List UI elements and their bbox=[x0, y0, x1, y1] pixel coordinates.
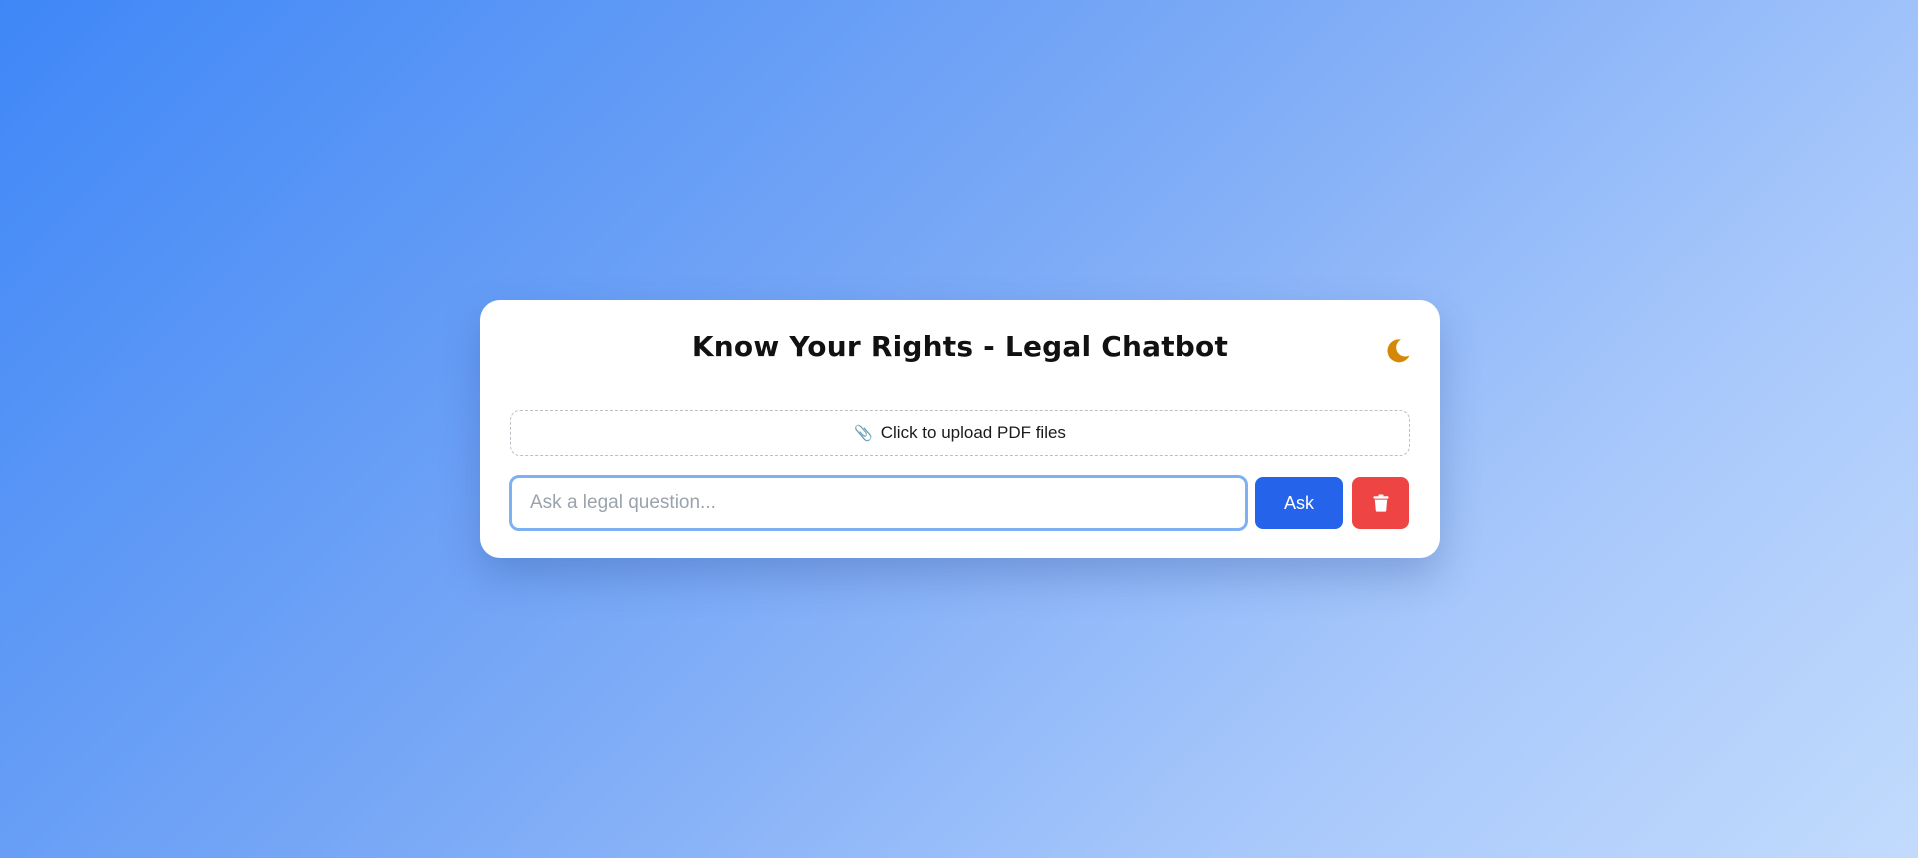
question-input-row: Ask bbox=[509, 475, 1411, 531]
pdf-upload-dropzone[interactable]: 📎 Click to upload PDF files bbox=[510, 410, 1410, 456]
question-input[interactable] bbox=[509, 475, 1248, 531]
paperclip-icon: 📎 bbox=[854, 425, 873, 442]
theme-toggle-button[interactable] bbox=[1382, 336, 1412, 366]
chatbot-card: Know Your Rights - Legal Chatbot 📎 Click… bbox=[480, 300, 1440, 558]
moon-icon bbox=[1387, 339, 1410, 363]
clear-chat-button[interactable] bbox=[1352, 477, 1409, 529]
page-title: Know Your Rights - Legal Chatbot bbox=[691, 330, 1229, 363]
upload-label: Click to upload PDF files bbox=[880, 423, 1066, 442]
ask-button[interactable]: Ask bbox=[1255, 477, 1343, 529]
trash-icon bbox=[1373, 494, 1388, 512]
